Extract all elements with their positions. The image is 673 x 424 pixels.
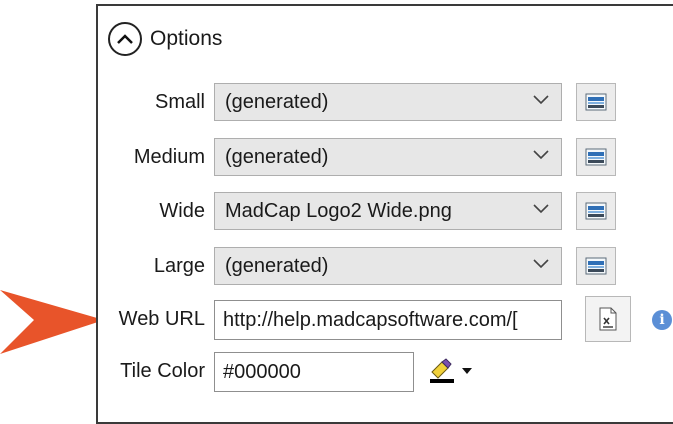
options-header[interactable]: Options	[108, 22, 222, 56]
chevron-down-icon	[533, 95, 549, 105]
field-row-small: Small (generated)	[0, 83, 673, 123]
document-edit-icon	[599, 307, 617, 331]
field-label-wide: Wide	[159, 200, 205, 222]
color-picker-button[interactable]	[428, 358, 472, 384]
web-url-edit-button[interactable]	[585, 296, 631, 342]
color-picker-icon	[430, 358, 454, 383]
small-image-browse-button[interactable]	[576, 83, 616, 121]
wide-image-select[interactable]: MadCap Logo2 Wide.png	[214, 192, 562, 230]
field-label-medium: Medium	[133, 146, 205, 168]
large-image-browse-button[interactable]	[576, 247, 616, 285]
chevron-down-icon	[533, 150, 549, 160]
chevron-down-icon	[533, 204, 549, 214]
field-label-large: Large	[153, 255, 205, 277]
medium-image-select[interactable]: (generated)	[214, 138, 562, 176]
small-image-select[interactable]: (generated)	[214, 83, 562, 121]
field-row-wide: Wide MadCap Logo2 Wide.png	[0, 192, 673, 232]
image-icon	[585, 148, 607, 166]
field-label-small: Small	[154, 91, 205, 113]
large-image-select[interactable]: (generated)	[214, 247, 562, 285]
medium-image-browse-button[interactable]	[576, 138, 616, 176]
options-label: Options	[150, 27, 223, 50]
web-url-label: Web URL	[118, 308, 205, 330]
chevron-down-icon	[533, 259, 549, 269]
image-icon	[585, 257, 607, 275]
field-row-large: Large (generated)	[0, 247, 673, 287]
wide-image-browse-button[interactable]	[576, 192, 616, 230]
field-row-tile-color: Tile Color #000000	[0, 352, 673, 392]
tile-color-input[interactable]: #000000	[214, 352, 414, 392]
info-icon[interactable]: i	[652, 310, 672, 330]
large-image-value: (generated)	[225, 255, 329, 277]
web-url-input[interactable]: http://help.madcapsoftware.com/[	[214, 300, 562, 340]
image-icon	[585, 202, 607, 220]
field-row-web-url: Web URL http://help.madcapsoftware.com/[…	[0, 296, 673, 342]
wide-image-value: MadCap Logo2 Wide.png	[225, 200, 452, 222]
small-image-value: (generated)	[225, 91, 329, 113]
collapse-chevron-icon[interactable]	[108, 22, 142, 56]
field-row-medium: Medium (generated)	[0, 138, 673, 178]
image-icon	[585, 93, 607, 111]
medium-image-value: (generated)	[225, 146, 329, 168]
chevron-down-icon	[462, 367, 472, 374]
tile-color-label: Tile Color	[120, 360, 205, 382]
